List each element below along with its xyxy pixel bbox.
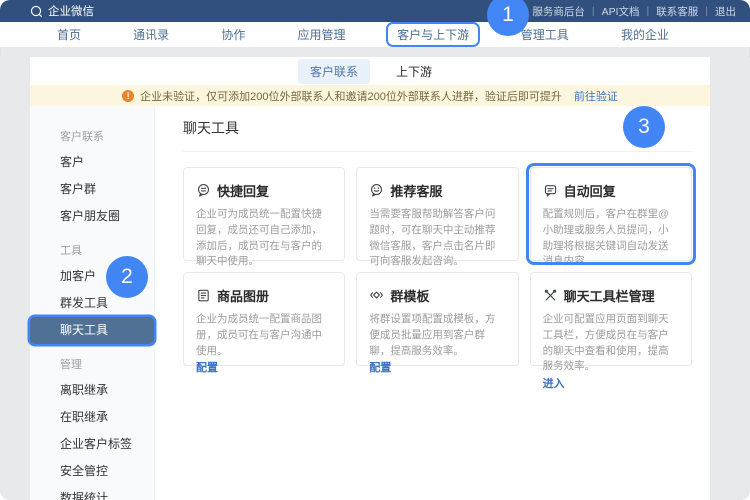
card-quick-reply: 快捷回复企业可为成员统一配置快捷回复，成员还可自己添加，添加后，成员可在与客户的…	[183, 167, 345, 261]
sidebar-section-header-0: 客户联系	[30, 116, 154, 149]
tab-upstream-downstream[interactable]: 上下游	[386, 59, 442, 84]
card-description: 企业可为成员统一配置快捷回复，成员还可自己添加，添加后，成员可在与客户的聊天中使…	[196, 207, 332, 270]
card-title: 群模板	[390, 286, 429, 305]
card-action-group-template[interactable]: 配置	[369, 359, 391, 375]
card-action-product-album[interactable]: 配置	[196, 359, 218, 375]
card-title-row: 快捷回复	[196, 181, 332, 200]
card-title-row: 推荐客服	[369, 181, 505, 200]
sidebar-item-data-statistics[interactable]: 数据统计	[30, 485, 154, 500]
annotation-badge-2: 2	[106, 256, 148, 298]
topbar-link-contact-support[interactable]: 联系客服	[656, 4, 698, 19]
card-description: 配置规则后，客户在群里@小助理或服务人员提问，小助理将根据关键词自动发送消息内容…	[543, 207, 679, 270]
sidebar: 客户联系客户客户群客户朋友圈工具加客户群发工具聊天工具管理离职继承在职继承企业客…	[30, 106, 155, 500]
card-group-template: 群模板将群设置项配置成模板，方便成员批量应用到客户群聊，提高服务效率。配置	[356, 272, 518, 366]
quick-reply-icon	[196, 183, 211, 198]
app-window: 企业微信 服务商后台 | API文档 | 联系客服 | 退出 首页 通讯录 协作 应用管理 客户与上…	[0, 0, 750, 500]
card-title: 聊天工具栏管理	[564, 286, 655, 305]
verification-banner: ! 企业未验证，仅可添加200位外部联系人和邀请200位外部联系人进群，验证后即…	[30, 85, 710, 106]
card-title-row: 自动回复	[543, 181, 679, 200]
card-title: 快捷回复	[217, 181, 269, 200]
sidebar-item-chat-tools[interactable]: 聊天工具	[30, 317, 154, 344]
card-action-chat-toolbar-management[interactable]: 进入	[543, 375, 565, 391]
card-title: 推荐客服	[390, 181, 442, 200]
card-title: 商品图册	[217, 286, 269, 305]
nav-item-home[interactable]: 首页	[48, 24, 90, 45]
topbar-link-service-provider-console[interactable]: 服务商后台	[532, 4, 585, 19]
top-bar: 企业微信 服务商后台 | API文档 | 联系客服 | 退出	[0, 0, 750, 22]
chat-toolbar-icon	[543, 288, 558, 303]
nav-item-app-management[interactable]: 应用管理	[288, 24, 354, 45]
nav-item-my-enterprise[interactable]: 我的企业	[612, 24, 678, 45]
topbar-link-separator: |	[705, 5, 708, 17]
wecom-logo-icon	[30, 5, 43, 18]
product-album-icon	[196, 288, 211, 303]
nav-item-contacts[interactable]: 通讯录	[124, 24, 178, 45]
app-title: 企业微信	[48, 3, 94, 19]
go-verify-link[interactable]: 前往验证	[574, 88, 618, 104]
topbar-link-api-docs[interactable]: API文档	[602, 4, 640, 19]
auto-reply-icon	[543, 183, 558, 198]
card-description: 当需要客服帮助解答客户问题时，可在聊天中主动推荐微信客服，客户点击名片即可向客服…	[369, 207, 505, 270]
sidebar-item-security-control[interactable]: 安全管控	[30, 458, 154, 485]
card-title-row: 聊天工具栏管理	[543, 286, 679, 305]
nav-item-customer-updown[interactable]: 客户与上下游	[386, 22, 480, 47]
page-title: 聊天工具	[183, 118, 692, 152]
card-chat-toolbar-management: 聊天工具栏管理企业可配置应用页面到聊天工具栏，方便成员在与客户的聊天中查看和使用…	[530, 272, 692, 366]
card-description: 将群设置项配置成模板，方便成员批量应用到客户群聊，提高服务效率。	[369, 312, 505, 359]
card-recommend-service: 推荐客服当需要客服帮助解答客户问题时，可在聊天中主动推荐微信客服，客户点击名片即…	[356, 167, 518, 261]
card-auto-reply: 自动回复配置规则后，客户在群里@小助理或服务人员提问，小助理将根据关键词自动发送…	[530, 167, 692, 261]
topbar-links: 服务商后台 | API文档 | 联系客服 | 退出	[532, 4, 736, 19]
sidebar-item-customer-group[interactable]: 客户群	[30, 176, 154, 203]
banner-text: 企业未验证，仅可添加200位外部联系人和邀请200位外部联系人进群，验证后即可提…	[140, 88, 562, 104]
app-logo: 企业微信	[30, 3, 94, 19]
main-nav: 首页通讯录协作应用管理客户与上下游管理工具我的企业	[0, 22, 750, 47]
card-description: 企业可配置应用页面到聊天工具栏，方便成员在与客户的聊天中查看和使用，提高服务效率…	[543, 312, 679, 375]
body-row: 客户联系客户客户群客户朋友圈工具加客户群发工具聊天工具管理离职继承在职继承企业客…	[30, 106, 710, 500]
sidebar-item-customer[interactable]: 客户	[30, 149, 154, 176]
card-product-album: 商品图册企业为成员统一配置商品图册，成员可在与客户沟通中使用。配置	[183, 272, 345, 366]
topbar-link-separator: |	[592, 5, 595, 17]
card-description: 企业为成员统一配置商品图册，成员可在与客户沟通中使用。	[196, 312, 332, 359]
nav-item-collaboration[interactable]: 协作	[212, 24, 254, 45]
recommend-service-icon	[369, 183, 384, 198]
topbar-link-logout[interactable]: 退出	[715, 4, 736, 19]
group-template-icon	[369, 288, 384, 303]
tool-cards-grid: 快捷回复企业可为成员统一配置快捷回复，成员还可自己添加，添加后，成员可在与客户的…	[183, 167, 692, 366]
annotation-badge-3: 3	[623, 106, 665, 148]
tab-customer-contact[interactable]: 客户联系	[298, 59, 370, 84]
warning-icon: !	[122, 90, 134, 102]
sidebar-item-active-inheritance[interactable]: 在职继承	[30, 404, 154, 431]
card-title-row: 商品图册	[196, 286, 332, 305]
card-title: 自动回复	[564, 181, 616, 200]
topbar-link-separator: |	[647, 5, 650, 17]
sidebar-item-customer-moments[interactable]: 客户朋友圈	[30, 203, 154, 230]
main-content: 聊天工具 快捷回复企业可为成员统一配置快捷回复，成员还可自己添加，添加后，成员可…	[155, 106, 710, 500]
sidebar-item-enterprise-customer-tag[interactable]: 企业客户标签	[30, 431, 154, 458]
card-title-row: 群模板	[369, 286, 505, 305]
sidebar-section-header-2: 管理	[30, 344, 154, 377]
sidebar-item-resigned-inheritance[interactable]: 离职继承	[30, 377, 154, 404]
tab-strip: 客户联系上下游	[30, 57, 710, 85]
